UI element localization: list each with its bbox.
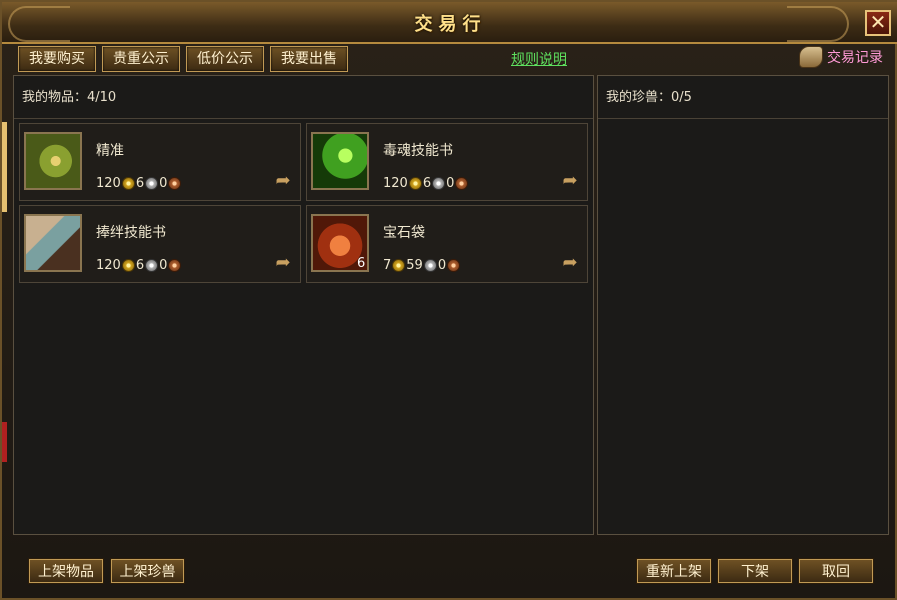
silver-coin-icon bbox=[145, 259, 159, 272]
price-copper: 0 bbox=[159, 176, 168, 191]
trade-record-button[interactable]: 交易记录 bbox=[799, 46, 883, 68]
price-silver: 6 bbox=[422, 176, 432, 191]
price-gold: 120 bbox=[383, 176, 408, 191]
close-button[interactable]: ✕ bbox=[865, 10, 891, 36]
silver-coin-icon bbox=[423, 259, 437, 272]
item-price: 120 6 0 bbox=[96, 258, 182, 273]
share-arrow-icon[interactable]: ➦ bbox=[559, 254, 581, 272]
item-name: 捧绊技能书 bbox=[96, 225, 166, 241]
gold-coin-icon bbox=[121, 177, 135, 190]
tab-lowprice-notice[interactable]: 低价公示 bbox=[186, 46, 264, 72]
list-pet-button[interactable]: 上架珍兽 bbox=[111, 559, 184, 583]
side-decoration bbox=[2, 122, 7, 212]
my-pets-header: 我的珍兽：0/5 bbox=[598, 76, 888, 119]
silver-coin-icon bbox=[145, 177, 159, 190]
share-arrow-icon[interactable]: ➦ bbox=[272, 254, 294, 272]
gold-coin-icon bbox=[392, 259, 406, 272]
item-name: 毒魂技能书 bbox=[383, 143, 453, 159]
poison-skillbook-icon bbox=[311, 132, 369, 190]
scroll-icon bbox=[799, 46, 823, 68]
item-card[interactable]: 6 宝石袋 7 59 0 ➦ bbox=[306, 205, 588, 283]
item-card[interactable]: 捧绊技能书 120 6 0 ➦ bbox=[19, 205, 301, 283]
window-title: 交易行 bbox=[414, 14, 487, 35]
copper-coin-icon bbox=[168, 259, 182, 272]
tab-valuable-notice[interactable]: 贵重公示 bbox=[102, 46, 180, 72]
tab-bar: 我要购买 贵重公示 低价公示 我要出售 bbox=[18, 46, 348, 72]
share-arrow-icon[interactable]: ➦ bbox=[272, 172, 294, 190]
item-name: 精准 bbox=[96, 143, 124, 159]
item-card[interactable]: 精准 120 6 0 ➦ bbox=[19, 123, 301, 201]
compass-icon bbox=[24, 132, 82, 190]
bind-skillbook-icon bbox=[24, 214, 82, 272]
item-quantity: 6 bbox=[357, 256, 366, 271]
price-gold: 120 bbox=[96, 258, 121, 273]
price-silver: 6 bbox=[135, 258, 145, 273]
relist-button[interactable]: 重新上架 bbox=[637, 559, 711, 583]
price-gold: 120 bbox=[96, 176, 121, 191]
my-items-panel: 我的物品：4/10 精准 120 6 0 ➦ 毒魂技能书 120 6 0 ➦ 捧… bbox=[13, 75, 594, 535]
item-price: 120 6 0 bbox=[96, 176, 182, 191]
my-items-header: 我的物品：4/10 bbox=[14, 76, 593, 119]
delist-button[interactable]: 下架 bbox=[718, 559, 792, 583]
trade-record-label: 交易记录 bbox=[827, 50, 883, 66]
item-price: 120 6 0 bbox=[383, 176, 469, 191]
side-decoration-red bbox=[2, 422, 7, 462]
price-gold: 7 bbox=[383, 258, 392, 273]
close-icon: ✕ bbox=[869, 10, 887, 34]
item-card[interactable]: 毒魂技能书 120 6 0 ➦ bbox=[306, 123, 588, 201]
item-price: 7 59 0 bbox=[383, 258, 461, 273]
tab-buy[interactable]: 我要购买 bbox=[18, 46, 96, 72]
trade-window: 交易行 ✕ 我要购买 贵重公示 低价公示 我要出售 规则说明 交易记录 我的物品… bbox=[0, 0, 897, 600]
rules-link[interactable]: 规则说明 bbox=[511, 49, 567, 69]
share-arrow-icon[interactable]: ➦ bbox=[559, 172, 581, 190]
price-copper: 0 bbox=[437, 258, 447, 273]
price-copper: 0 bbox=[446, 176, 455, 191]
my-pets-panel: 我的珍兽：0/5 bbox=[597, 75, 889, 535]
item-name: 宝石袋 bbox=[383, 225, 425, 241]
copper-coin-icon bbox=[455, 177, 469, 190]
list-item-button[interactable]: 上架物品 bbox=[29, 559, 103, 583]
retrieve-button[interactable]: 取回 bbox=[799, 559, 873, 583]
gold-coin-icon bbox=[408, 177, 422, 190]
copper-coin-icon bbox=[168, 177, 182, 190]
title-bar: 交易行 ✕ bbox=[2, 2, 897, 44]
tab-sell[interactable]: 我要出售 bbox=[270, 46, 348, 72]
silver-coin-icon bbox=[432, 177, 446, 190]
price-copper: 0 bbox=[159, 258, 168, 273]
gold-coin-icon bbox=[121, 259, 135, 272]
price-silver: 59 bbox=[406, 258, 423, 273]
copper-coin-icon bbox=[447, 259, 461, 272]
price-silver: 6 bbox=[135, 176, 145, 191]
